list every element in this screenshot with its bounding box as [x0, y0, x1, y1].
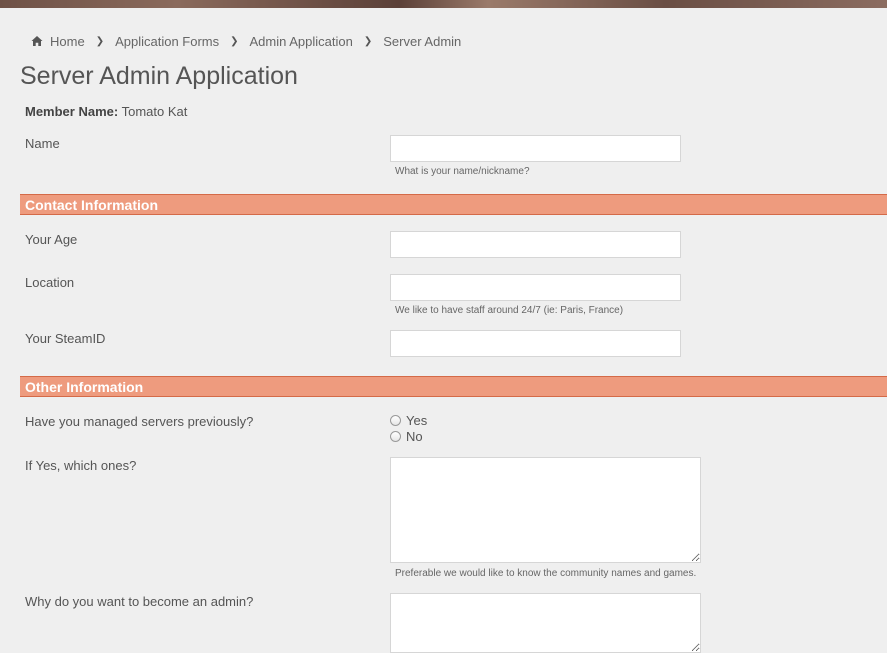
which-servers-hint: Preferable we would like to know the com…: [395, 568, 697, 579]
member-name-value: Tomato Kat: [121, 104, 188, 119]
managed-no-option[interactable]: No: [390, 429, 423, 444]
location-input[interactable]: [390, 274, 681, 301]
chevron-right-icon: ❯: [230, 35, 239, 47]
chevron-right-icon: ❯: [95, 35, 105, 47]
age-label: Your Age: [25, 232, 78, 247]
member-name-row: Member Name: Tomato Kat: [25, 104, 187, 119]
other-information-header: Other Information: [20, 376, 887, 397]
why-admin-label: Why do you want to become an admin?: [25, 594, 254, 609]
breadcrumb-admin-application[interactable]: Admin Application: [250, 34, 353, 49]
page-title: Server Admin Application: [20, 62, 298, 90]
no-radio-label: No: [406, 429, 423, 444]
age-input[interactable]: [390, 231, 681, 258]
steamid-input[interactable]: [390, 330, 681, 357]
which-servers-textarea[interactable]: [390, 457, 701, 563]
header-banner: [0, 0, 887, 8]
breadcrumb-home[interactable]: Home: [50, 34, 85, 49]
chevron-right-icon: ❯: [363, 35, 373, 47]
home-icon: [31, 36, 43, 46]
location-hint: We like to have staff around 24/7 (ie: P…: [395, 305, 624, 316]
managed-yes-option[interactable]: Yes: [390, 413, 427, 428]
contact-information-header: Contact Information: [20, 194, 887, 215]
managed-servers-label: Have you managed servers previously?: [25, 414, 254, 429]
no-radio[interactable]: [390, 431, 401, 442]
which-servers-label: If Yes, which ones?: [25, 458, 137, 473]
yes-radio-label: Yes: [406, 413, 428, 428]
name-input[interactable]: [390, 135, 681, 162]
steamid-label: Your SteamID: [25, 331, 106, 346]
yes-radio[interactable]: [390, 415, 401, 426]
member-name-label: Member Name:: [25, 104, 119, 119]
location-label: Location: [25, 275, 75, 290]
breadcrumb-application-forms[interactable]: Application Forms: [115, 34, 219, 49]
breadcrumb-server-admin: Server Admin: [383, 33, 462, 49]
breadcrumb: Home ❯ Application Forms ❯ Admin Applica…: [31, 32, 461, 50]
why-admin-textarea[interactable]: [390, 593, 701, 653]
name-label: Name: [25, 136, 60, 151]
name-hint: What is your name/nickname?: [395, 166, 530, 177]
